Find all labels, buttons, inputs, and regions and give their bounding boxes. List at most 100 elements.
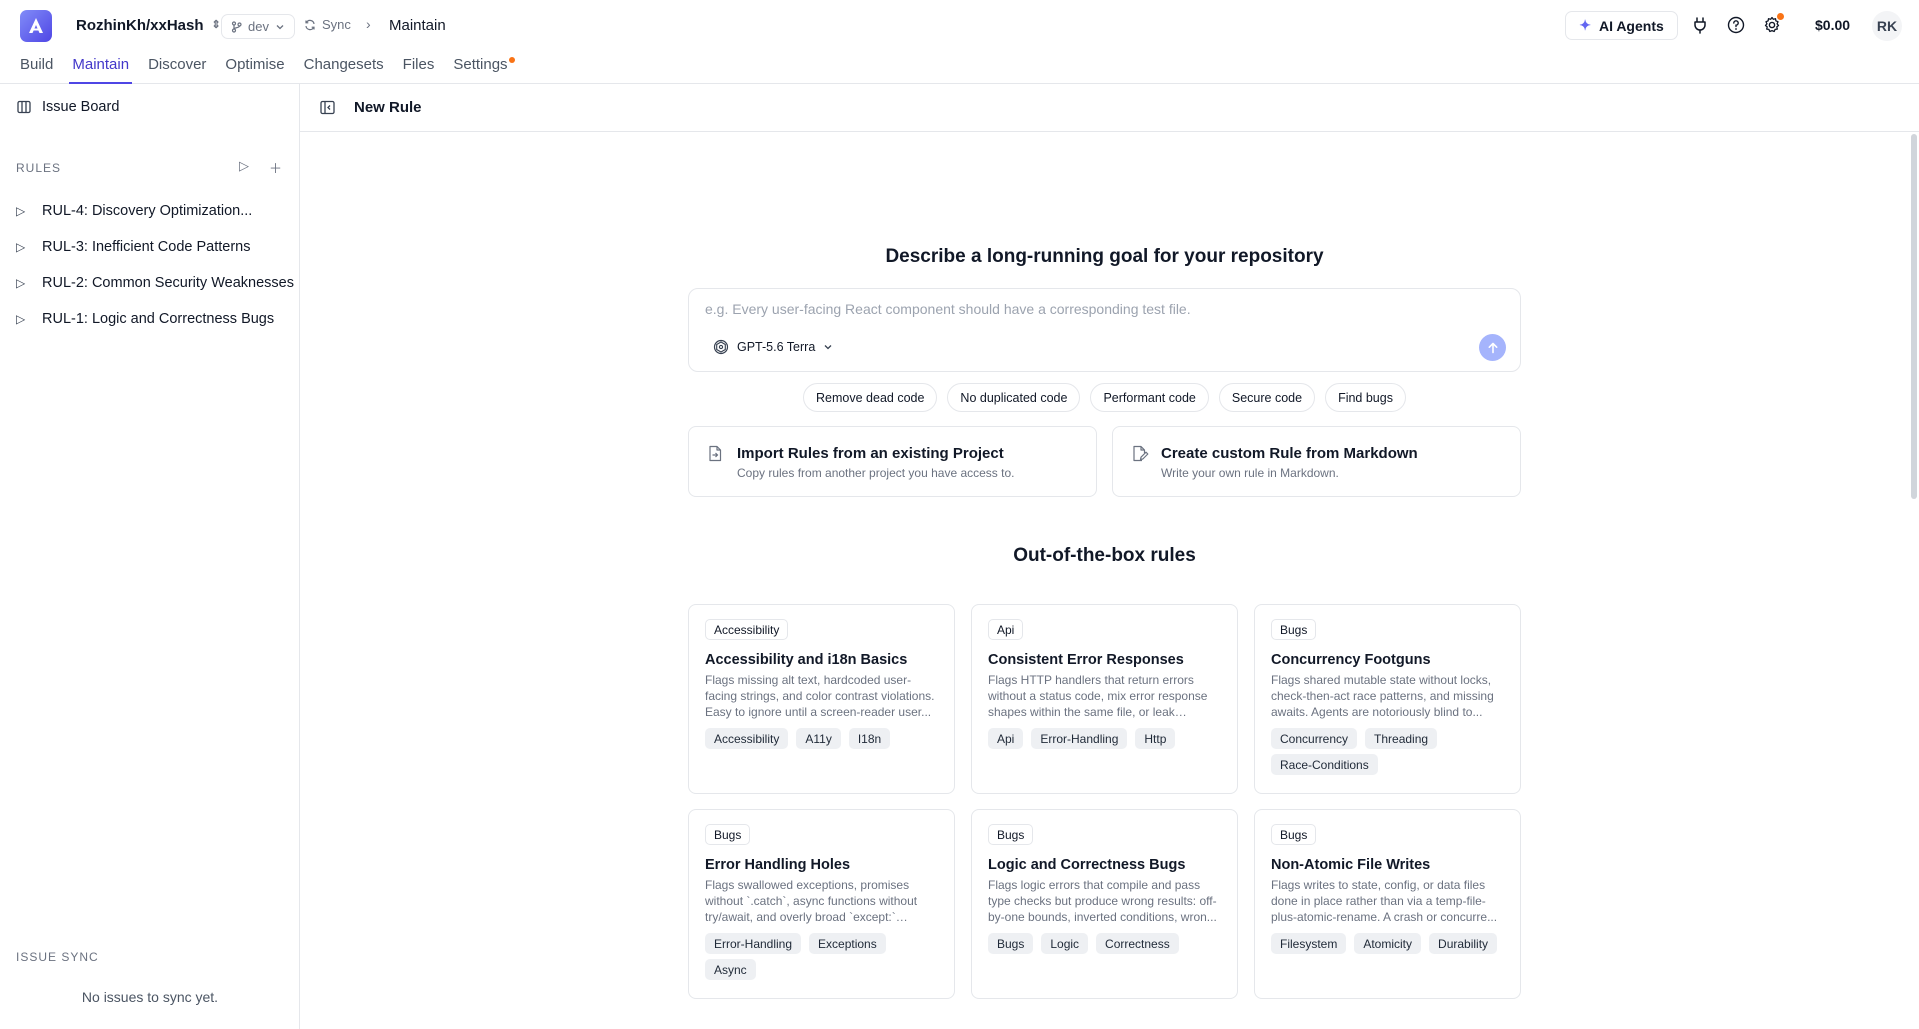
rule-label: RUL-2: Common Security Weaknesses — [42, 275, 294, 291]
sidebar-item-rul-1[interactable]: ▷ RUL-1: Logic and Correctness Bugs — [16, 301, 296, 337]
chip-secure-code[interactable]: Secure code — [1218, 383, 1316, 412]
no-issues-text: No issues to sync yet. — [81, 989, 219, 1005]
arrow-up-icon — [1488, 342, 1497, 353]
tab-label: Build — [20, 56, 54, 73]
rule-card-title: Logic and Correctness Bugs — [988, 857, 1186, 873]
tab-files[interactable]: Files — [403, 52, 435, 84]
rule-label: RUL-4: Discovery Optimization... — [42, 203, 253, 219]
run-all-icon[interactable]: ▷ — [239, 158, 249, 177]
tag: Error-Handling — [705, 933, 802, 954]
rules-section-header: RULES ▷ ＋ — [16, 158, 282, 177]
plug-icon[interactable] — [1689, 14, 1711, 36]
category-badge: Bugs — [988, 824, 1034, 845]
category-badge: Bugs — [1271, 824, 1317, 845]
tag: Exceptions — [809, 933, 886, 954]
rule-card-title: Accessibility and i18n Basics — [705, 652, 908, 668]
tab-label: Optimise — [225, 56, 285, 73]
tag-list: Api Error-Handling Http — [988, 728, 1224, 749]
sync-button[interactable]: Sync — [304, 17, 351, 32]
suggestion-chips: Remove dead code No duplicated code Perf… — [688, 383, 1521, 412]
ai-agents-button[interactable]: ✦ AI Agents — [1565, 11, 1678, 40]
sparkle-icon: ✦ — [1579, 17, 1591, 33]
rule-card-desc: Flags swallowed exceptions, promises wit… — [705, 878, 918, 924]
balance-amount[interactable]: $0.00 — [1815, 17, 1850, 33]
custom-rule-card[interactable]: Create custom Rule from Markdown Write y… — [1112, 426, 1521, 497]
help-icon[interactable] — [1725, 14, 1747, 36]
tag: I18n — [848, 728, 891, 749]
rule-card-desc: Flags shared mutable state without locks… — [1271, 673, 1494, 719]
page-title: New Rule — [354, 99, 422, 116]
play-icon[interactable]: ▷ — [16, 240, 28, 254]
goal-input[interactable] — [705, 301, 1485, 317]
rule-card-accessibility[interactable]: Accessibility Accessibility and i18n Bas… — [688, 604, 955, 794]
rule-card-concurrency[interactable]: Bugs Concurrency Footguns Flags shared m… — [1254, 604, 1521, 794]
tag: Filesystem — [1271, 933, 1347, 954]
category-badge: Api — [988, 619, 1024, 640]
chip-remove-dead-code[interactable]: Remove dead code — [803, 383, 938, 412]
nav-tabs: Build Maintain Discover Optimise Changes… — [20, 52, 534, 84]
git-branch-icon — [231, 20, 242, 33]
tag: Atomicity — [1354, 933, 1422, 954]
play-icon[interactable]: ▷ — [16, 204, 28, 218]
tab-changesets[interactable]: Changesets — [304, 52, 384, 84]
send-button[interactable] — [1479, 334, 1506, 361]
chevron-down-icon — [824, 345, 832, 350]
rule-card-title: Consistent Error Responses — [988, 652, 1184, 668]
play-icon[interactable]: ▷ — [16, 276, 28, 290]
breadcrumb-current[interactable]: Maintain — [389, 17, 446, 34]
rule-card-atomic-writes[interactable]: Bugs Non-Atomic File Writes Flags writes… — [1254, 809, 1521, 999]
tab-discover[interactable]: Discover — [148, 52, 206, 84]
tag: Logic — [1041, 933, 1089, 954]
rule-card-error-responses[interactable]: Api Consistent Error Responses Flags HTT… — [971, 604, 1238, 794]
tag: Concurrency — [1271, 728, 1358, 749]
tag-list: Error-Handling Exceptions Async — [705, 933, 941, 980]
import-card-title: Import Rules from an existing Project — [737, 445, 1004, 462]
scrollbar[interactable] — [1911, 134, 1917, 499]
import-rules-card[interactable]: Import Rules from an existing Project Co… — [688, 426, 1097, 497]
issue-board-link[interactable]: Issue Board — [17, 99, 119, 115]
tab-maintain[interactable]: Maintain — [69, 52, 132, 84]
chevron-up-down-icon: ⇕ — [211, 19, 221, 31]
kanban-icon — [17, 100, 31, 114]
tag-list: Accessibility A11y I18n — [705, 728, 941, 749]
collapse-sidebar-icon[interactable] — [320, 100, 335, 115]
model-selector[interactable]: GPT-5.6 Terra — [713, 339, 833, 355]
issue-board-label: Issue Board — [42, 99, 120, 115]
tag: Correctness — [1096, 933, 1179, 954]
tab-optimise[interactable]: Optimise — [225, 52, 284, 84]
rule-card-title: Non-Atomic File Writes — [1271, 857, 1431, 873]
add-rule-icon[interactable]: ＋ — [269, 158, 282, 177]
body: Issue Board RULES ▷ ＋ ▷ RUL-4: Discovery… — [0, 84, 1919, 1029]
chevron-right-icon: › — [366, 16, 371, 32]
tag: Error-Handling — [1031, 728, 1128, 749]
avatar[interactable]: RK — [1872, 11, 1902, 41]
file-import-icon — [709, 445, 722, 462]
rule-card-title: Error Handling Holes — [705, 857, 851, 873]
model-name: GPT-5.6 Terra — [737, 340, 816, 354]
rule-card-logic-bugs[interactable]: Bugs Logic and Correctness Bugs Flags lo… — [971, 809, 1238, 999]
rule-card-title: Concurrency Footguns — [1271, 652, 1431, 668]
sidebar-item-rul-2[interactable]: ▷ RUL-2: Common Security Weaknesses — [16, 265, 296, 301]
branch-selector[interactable]: dev — [221, 14, 295, 39]
tag: Bugs — [988, 933, 1034, 954]
tab-build[interactable]: Build — [20, 52, 53, 84]
chip-no-duplicated-code[interactable]: No duplicated code — [947, 383, 1081, 412]
ai-agents-label: AI Agents — [1598, 17, 1664, 34]
top-bar-row: RozhinKh/xxHash ⇕ dev Sync › Maintain ✦ … — [0, 0, 1919, 50]
tag-list: Bugs Logic Correctness — [988, 933, 1224, 954]
repo-selector[interactable]: RozhinKh/xxHash ⇕ — [76, 17, 221, 34]
sidebar-item-rul-4[interactable]: ▷ RUL-4: Discovery Optimization... — [16, 193, 296, 229]
tab-settings[interactable]: Settings — [453, 52, 515, 84]
tag: Async — [705, 959, 756, 980]
app-logo-icon[interactable] — [20, 10, 52, 42]
chip-find-bugs[interactable]: Find bugs — [1325, 383, 1406, 412]
play-icon[interactable]: ▷ — [16, 312, 28, 326]
rule-card-desc: Flags HTTP handlers that return errors w… — [988, 673, 1208, 719]
gear-icon[interactable] — [1761, 13, 1784, 36]
category-badge: Accessibility — [705, 619, 789, 640]
import-card-desc: Copy rules from another project you have… — [737, 466, 1015, 480]
rule-card-error-handling[interactable]: Bugs Error Handling Holes Flags swallowe… — [688, 809, 955, 999]
chip-performant-code[interactable]: Performant code — [1090, 383, 1209, 412]
main-header: New Rule — [300, 84, 1919, 132]
sidebar-item-rul-3[interactable]: ▷ RUL-3: Inefficient Code Patterns — [16, 229, 296, 265]
